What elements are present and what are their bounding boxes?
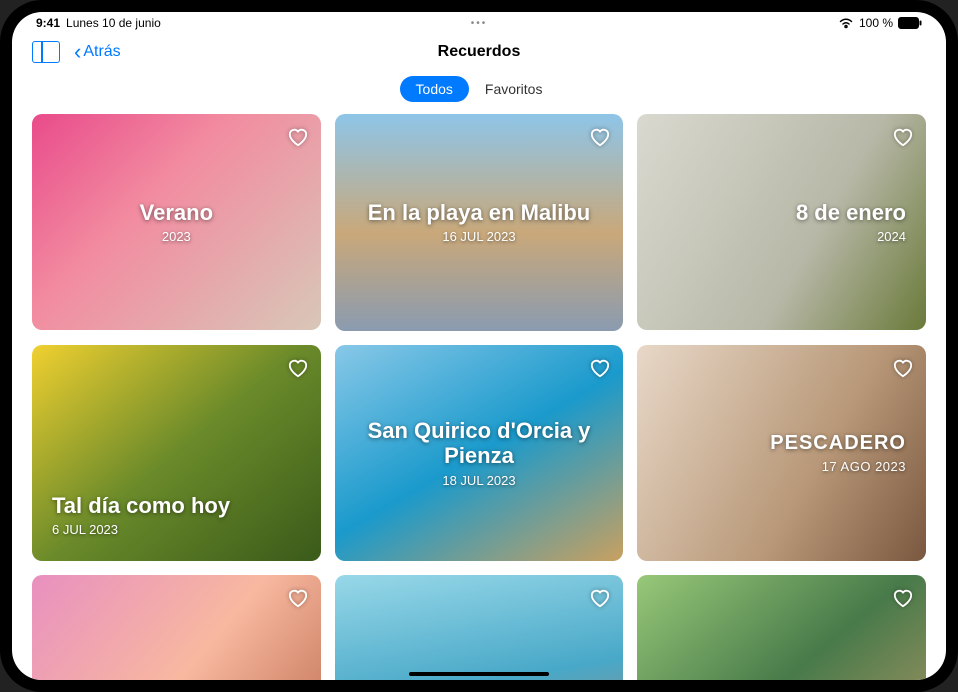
wifi-icon (838, 17, 854, 29)
favorite-button[interactable] (587, 124, 613, 150)
memory-card[interactable]: 8 de enero 2024 (637, 114, 926, 330)
memory-card[interactable]: En la playa en Malibu 16 JUL 2023 (335, 114, 624, 331)
memory-title: Verano (140, 200, 213, 225)
favorite-button[interactable] (890, 585, 916, 611)
heart-icon (589, 127, 611, 147)
memory-subtitle: 2024 (877, 229, 906, 244)
heart-icon (892, 127, 914, 147)
memory-subtitle: 18 JUL 2023 (442, 473, 515, 488)
memory-title: Tal día como hoy (52, 493, 230, 518)
nav-bar: ‹ Atrás Recuerdos (12, 34, 946, 70)
memory-subtitle: 6 JUL 2023 (52, 522, 118, 537)
status-left: 9:41 Lunes 10 de junio (36, 16, 161, 30)
heart-icon (287, 358, 309, 378)
memory-card[interactable]: Verano 2023 (32, 114, 321, 330)
memory-card[interactable] (32, 575, 321, 680)
segmented-control: Todos Favoritos (12, 76, 946, 102)
status-date: Lunes 10 de junio (66, 16, 161, 30)
battery-percent: 100 % (859, 16, 893, 30)
favorite-button[interactable] (890, 124, 916, 150)
memory-card[interactable]: Tal día como hoy 6 JUL 2023 (32, 345, 321, 561)
memories-grid-container[interactable]: Verano 2023 En la playa en Malibu 16 JUL… (12, 114, 946, 680)
heart-icon (589, 588, 611, 608)
memory-card[interactable]: San Quirico d'Orcia y Pienza 18 JUL 2023 (335, 345, 624, 562)
device-frame: 9:41 Lunes 10 de junio ••• 100 % ‹ Atrás… (0, 0, 958, 692)
heart-icon (287, 127, 309, 147)
favorite-button[interactable] (890, 355, 916, 381)
favorite-button[interactable] (285, 585, 311, 611)
favorite-button[interactable] (587, 355, 613, 381)
memory-subtitle: 17 AGO 2023 (822, 459, 906, 474)
status-bar: 9:41 Lunes 10 de junio ••• 100 % (12, 12, 946, 34)
screen: 9:41 Lunes 10 de junio ••• 100 % ‹ Atrás… (12, 12, 946, 680)
heart-icon (287, 588, 309, 608)
page-title: Recuerdos (438, 43, 521, 61)
memory-card[interactable]: En la playa en (335, 575, 624, 680)
back-label: Atrás (83, 43, 120, 61)
status-right: 100 % (838, 16, 922, 30)
chevron-left-icon: ‹ (74, 41, 81, 63)
heart-icon (892, 588, 914, 608)
memories-grid: Verano 2023 En la playa en Malibu 16 JUL… (32, 114, 926, 680)
home-indicator[interactable] (409, 672, 549, 676)
segment-all[interactable]: Todos (400, 76, 469, 102)
status-time: 9:41 (36, 16, 60, 30)
battery-icon (898, 17, 922, 29)
favorite-button[interactable] (285, 355, 311, 381)
back-button[interactable]: ‹ Atrás (74, 41, 121, 63)
sidebar-toggle-button[interactable] (32, 41, 60, 63)
heart-icon (892, 358, 914, 378)
memory-subtitle: 16 JUL 2023 (442, 229, 515, 244)
memory-subtitle: 2023 (162, 229, 191, 244)
memory-title: 8 de enero (796, 200, 906, 225)
memory-title: En la playa en Malibu (368, 200, 591, 225)
multitask-dots-icon[interactable]: ••• (471, 18, 488, 29)
heart-icon (589, 358, 611, 378)
favorite-button[interactable] (285, 124, 311, 150)
memory-title: PESCADERO (770, 432, 906, 455)
segment-favorites[interactable]: Favoritos (469, 76, 559, 102)
memory-card[interactable]: PESCADERO 17 AGO 2023 (637, 345, 926, 561)
favorite-button[interactable] (587, 585, 613, 611)
memory-card[interactable]: NATURALEZA (637, 575, 926, 680)
memory-title: San Quirico d'Orcia y Pienza (355, 418, 604, 469)
